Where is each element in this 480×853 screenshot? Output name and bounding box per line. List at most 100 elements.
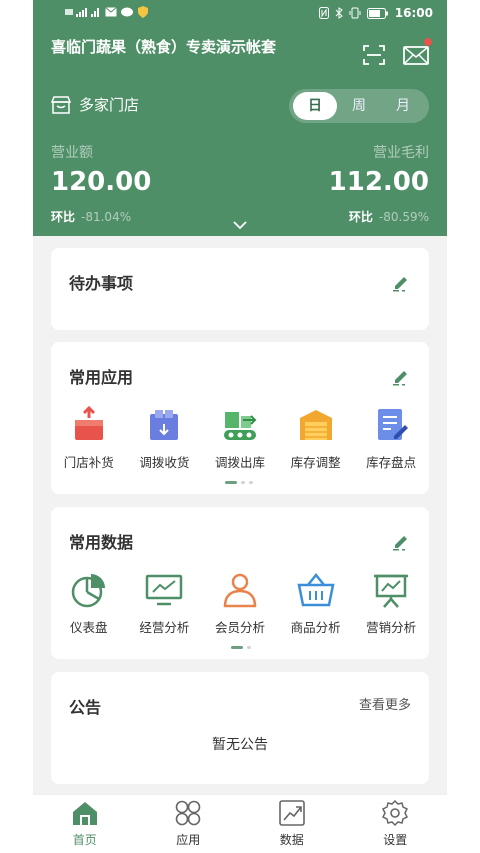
page-dot xyxy=(247,646,251,649)
period-tab-week[interactable]: 周 xyxy=(337,92,381,120)
apps-title: 常用应用 xyxy=(69,368,134,387)
gross-profit-ratio-label: 环比 xyxy=(348,210,373,224)
app-item-transfer-receive[interactable]: 调拨收货 xyxy=(129,406,199,471)
scan-icon[interactable] xyxy=(363,44,385,66)
tab-settings[interactable]: 设置 xyxy=(344,795,448,853)
transfer-out-icon xyxy=(223,412,257,440)
presentation-board-icon xyxy=(374,574,409,608)
gross-profit-label: 营业毛利 xyxy=(373,145,429,161)
gross-profit-ratio-value: -80.59% xyxy=(378,210,429,224)
data-page-indicator xyxy=(231,646,251,649)
page-dot xyxy=(225,481,237,484)
status-bar: 16:00 xyxy=(33,0,447,30)
data-grid: 仪表盘 经营分析 会员分析 商品分析 营销分析 xyxy=(51,571,429,636)
vibrate-icon xyxy=(349,7,361,19)
revenue-ratio-label: 环比 xyxy=(51,210,76,224)
todo-card: 待办事项 xyxy=(51,248,429,330)
data-item-label: 经营分析 xyxy=(139,620,190,635)
revenue-label: 营业额 xyxy=(51,145,93,161)
todo-title: 待办事项 xyxy=(69,274,134,293)
app-item-stock-count[interactable]: 库存盘点 xyxy=(356,406,426,471)
page-dot xyxy=(231,646,243,649)
apps-page-indicator xyxy=(225,481,253,484)
tab-label: 数据 xyxy=(279,833,304,847)
period-switch: 日 周 月 xyxy=(289,89,429,123)
app-item-label: 库存调整 xyxy=(290,455,341,470)
member-icon xyxy=(223,573,257,608)
restock-box-icon xyxy=(74,406,103,440)
apps-grid: 门店补货 调拨收货 调拨出库 库存调整 库存盘点 xyxy=(51,406,429,471)
app-item-stock-adjust[interactable]: 库存调整 xyxy=(281,406,351,471)
app-item-label: 调拨出库 xyxy=(214,455,265,470)
period-tab-month[interactable]: 月 xyxy=(381,92,425,120)
notice-more-link[interactable]: 查看更多 xyxy=(359,694,411,713)
data-item-dashboard[interactable]: 仪表盘 xyxy=(54,571,124,636)
revenue-ratio: 环比 -81.04% xyxy=(51,208,131,225)
warehouse-icon xyxy=(299,410,332,440)
chart-icon xyxy=(278,800,305,826)
app-item-label: 库存盘点 xyxy=(366,455,417,470)
pie-chart-icon xyxy=(71,574,105,608)
message-icon xyxy=(105,7,117,17)
status-left-icons xyxy=(65,6,149,18)
store-icon xyxy=(51,95,71,114)
notice-empty-text: 暂无公告 xyxy=(212,737,268,753)
app-item-label: 门店补货 xyxy=(63,455,114,470)
data-card: 常用数据 仪表盘 经营分析 会员分析 商品分析 营销分析 xyxy=(51,507,429,659)
status-time: 16:00 xyxy=(394,6,433,20)
header-panel: 16:00 喜临门蔬果（熟食）专卖演示帐套 多家门店 日 周 月 营业额 120… xyxy=(33,0,447,236)
notification-badge xyxy=(424,38,432,46)
app-item-transfer-out[interactable]: 调拨出库 xyxy=(205,406,275,471)
shield-icon xyxy=(138,6,148,18)
app-item-restock[interactable]: 门店补货 xyxy=(54,406,124,471)
inventory-check-icon xyxy=(378,409,409,440)
nfc-icon xyxy=(318,7,329,19)
home-icon xyxy=(72,802,97,825)
notice-title: 公告 xyxy=(69,698,102,717)
apps-card: 常用应用 门店补货 调拨收货 调拨出库 库存调整 库存盘点 xyxy=(51,342,429,494)
store-selector-label: 多家门店 xyxy=(79,96,140,114)
tab-label: 应用 xyxy=(176,833,201,847)
status-right-icons: 16:00 xyxy=(318,6,433,20)
gear-icon xyxy=(382,799,409,827)
data-item-label: 会员分析 xyxy=(214,620,265,635)
tab-data[interactable]: 数据 xyxy=(240,795,344,853)
page-dot xyxy=(241,481,245,484)
edit-icon[interactable] xyxy=(391,531,411,551)
data-item-label: 营销分析 xyxy=(366,620,417,635)
battery-icon xyxy=(366,7,388,19)
app-item-label: 调拨收货 xyxy=(139,455,190,470)
page-dot xyxy=(249,481,253,484)
data-item-business[interactable]: 经营分析 xyxy=(129,571,199,636)
chat-icon xyxy=(121,7,133,16)
tab-label: 首页 xyxy=(72,833,97,847)
gross-profit-ratio: 环比 -80.59% xyxy=(349,208,429,225)
period-tab-day[interactable]: 日 xyxy=(293,92,337,120)
edit-icon[interactable] xyxy=(391,366,411,386)
revenue-ratio-value: -81.04% xyxy=(81,210,132,224)
data-item-marketing[interactable]: 营销分析 xyxy=(356,571,426,636)
data-item-label: 商品分析 xyxy=(290,620,341,635)
apps-icon xyxy=(175,800,201,826)
data-item-label: 仪表盘 xyxy=(70,620,108,635)
bottom-tab-bar: 首页 应用 数据 设置 xyxy=(33,794,447,853)
bluetooth-icon xyxy=(335,7,343,19)
signal-icon xyxy=(65,8,99,17)
app-screen: 16:00 喜临门蔬果（熟食）专卖演示帐套 多家门店 日 周 月 营业额 120… xyxy=(33,0,447,853)
tab-apps[interactable]: 应用 xyxy=(137,795,241,853)
data-item-member[interactable]: 会员分析 xyxy=(205,571,275,636)
store-selector[interactable]: 多家门店 xyxy=(51,94,139,115)
data-item-product[interactable]: 商品分析 xyxy=(281,571,351,636)
basket-icon xyxy=(297,572,335,607)
revenue-value: 120.00 xyxy=(51,167,152,197)
chevron-down-icon[interactable] xyxy=(233,220,247,230)
transfer-receive-icon xyxy=(150,410,179,440)
tab-home[interactable]: 首页 xyxy=(33,795,137,853)
tab-label: 设置 xyxy=(383,833,408,847)
notice-card: 公告 查看更多 暂无公告 xyxy=(51,672,429,784)
shop-title: 喜临门蔬果（熟食）专卖演示帐套 xyxy=(51,38,277,56)
monitor-chart-icon xyxy=(146,574,183,606)
edit-icon[interactable] xyxy=(391,272,411,292)
mail-icon[interactable] xyxy=(403,44,429,66)
gross-profit-value: 112.00 xyxy=(328,167,429,197)
